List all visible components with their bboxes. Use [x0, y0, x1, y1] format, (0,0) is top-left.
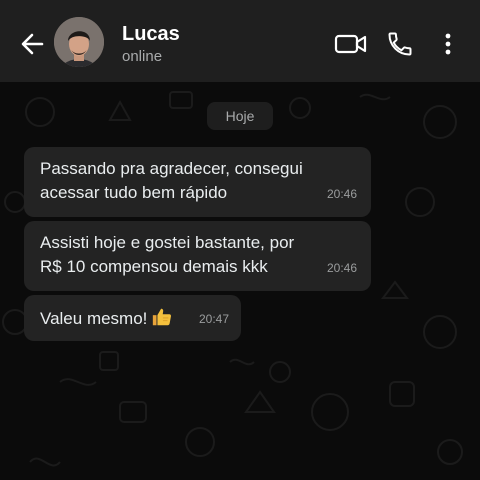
message-bubble[interactable]: Assisti hoje e gostei bastante, por R$ 1… [24, 221, 371, 291]
chat-header: Lucas online [0, 0, 480, 82]
message-time: 20:46 [326, 187, 357, 201]
avatar[interactable] [54, 17, 104, 67]
message-bubble[interactable]: Passando pra agradecer, consegui acessar… [24, 147, 371, 217]
message-text: Assisti hoje e gostei bastante, por R$ 1… [40, 233, 295, 276]
message-text: Passando pra agradecer, consegui acessar… [40, 159, 303, 202]
video-call-icon[interactable] [334, 32, 368, 56]
message-bubble[interactable]: Valeu mesmo! 20:47 [24, 295, 241, 341]
phone-call-icon[interactable] [386, 30, 414, 58]
message-time: 20:46 [326, 261, 357, 275]
thumbs-up-icon [151, 306, 173, 335]
message-text: Valeu mesmo! [40, 309, 148, 328]
message-time: 20:47 [198, 312, 229, 326]
date-separator: Hoje [207, 102, 273, 130]
back-arrow-icon[interactable] [14, 26, 50, 62]
more-options-icon[interactable] [440, 30, 456, 58]
contact-status: online [122, 48, 163, 65]
contact-name[interactable]: Lucas [122, 23, 180, 46]
